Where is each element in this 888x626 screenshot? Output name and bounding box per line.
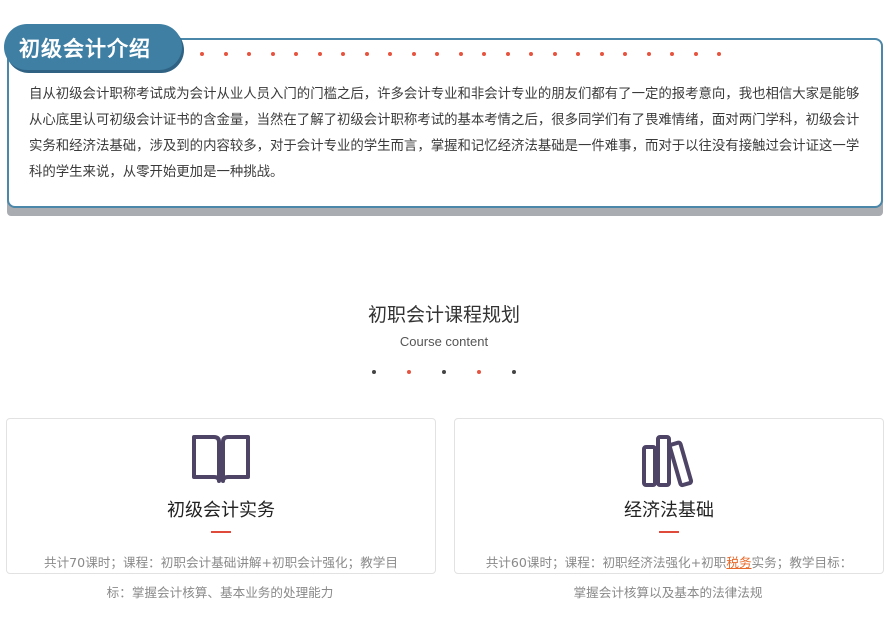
section-title: 初职会计课程规划 <box>367 304 520 326</box>
intro-title: 初级会计介绍 <box>19 37 151 61</box>
course-card-accounting-practice[interactable]: 初级会计实务 共计70课时；课程：初职会计基础讲解+初职会计强化；教学目 <box>6 418 436 574</box>
course-title: 初级会计实务 <box>167 500 275 521</box>
intro-dot-divider <box>200 52 721 56</box>
course-description-line2: 掌握会计核算以及基本的法律法规 <box>573 585 763 600</box>
course-title: 经济法基础 <box>624 500 714 521</box>
intro-paragraph: 自从初级会计职称考试成为会计从业人员入门的门槛之后，许多会计专业和非会计专业的朋… <box>29 87 860 180</box>
course-card-economic-law[interactable]: 经济法基础 共计60课时；课程：初职经济法强化+初职税务实务；教学目标： <box>454 418 884 574</box>
section-subtitle: Course content <box>399 334 489 349</box>
title-underline <box>659 531 679 533</box>
books-icon <box>639 433 699 493</box>
course-description-text: 共计60课时；课程：初职经济法强化+初职 <box>485 555 727 570</box>
course-description-line1: 共计60课时；课程：初职经济法强化+初职税务实务；教学目标： <box>463 552 875 570</box>
tax-link[interactable]: 税务 <box>726 555 751 570</box>
section-dot-divider <box>372 370 518 374</box>
course-description-text: 实务；教学目标： <box>751 555 853 570</box>
book-icon <box>190 433 252 489</box>
course-description-line2: 标：掌握会计核算、基本业务的处理能力 <box>106 585 334 600</box>
title-underline <box>211 531 231 533</box>
course-description-line1: 共计70课时；课程：初职会计基础讲解+初职会计强化；教学目 <box>43 555 398 570</box>
